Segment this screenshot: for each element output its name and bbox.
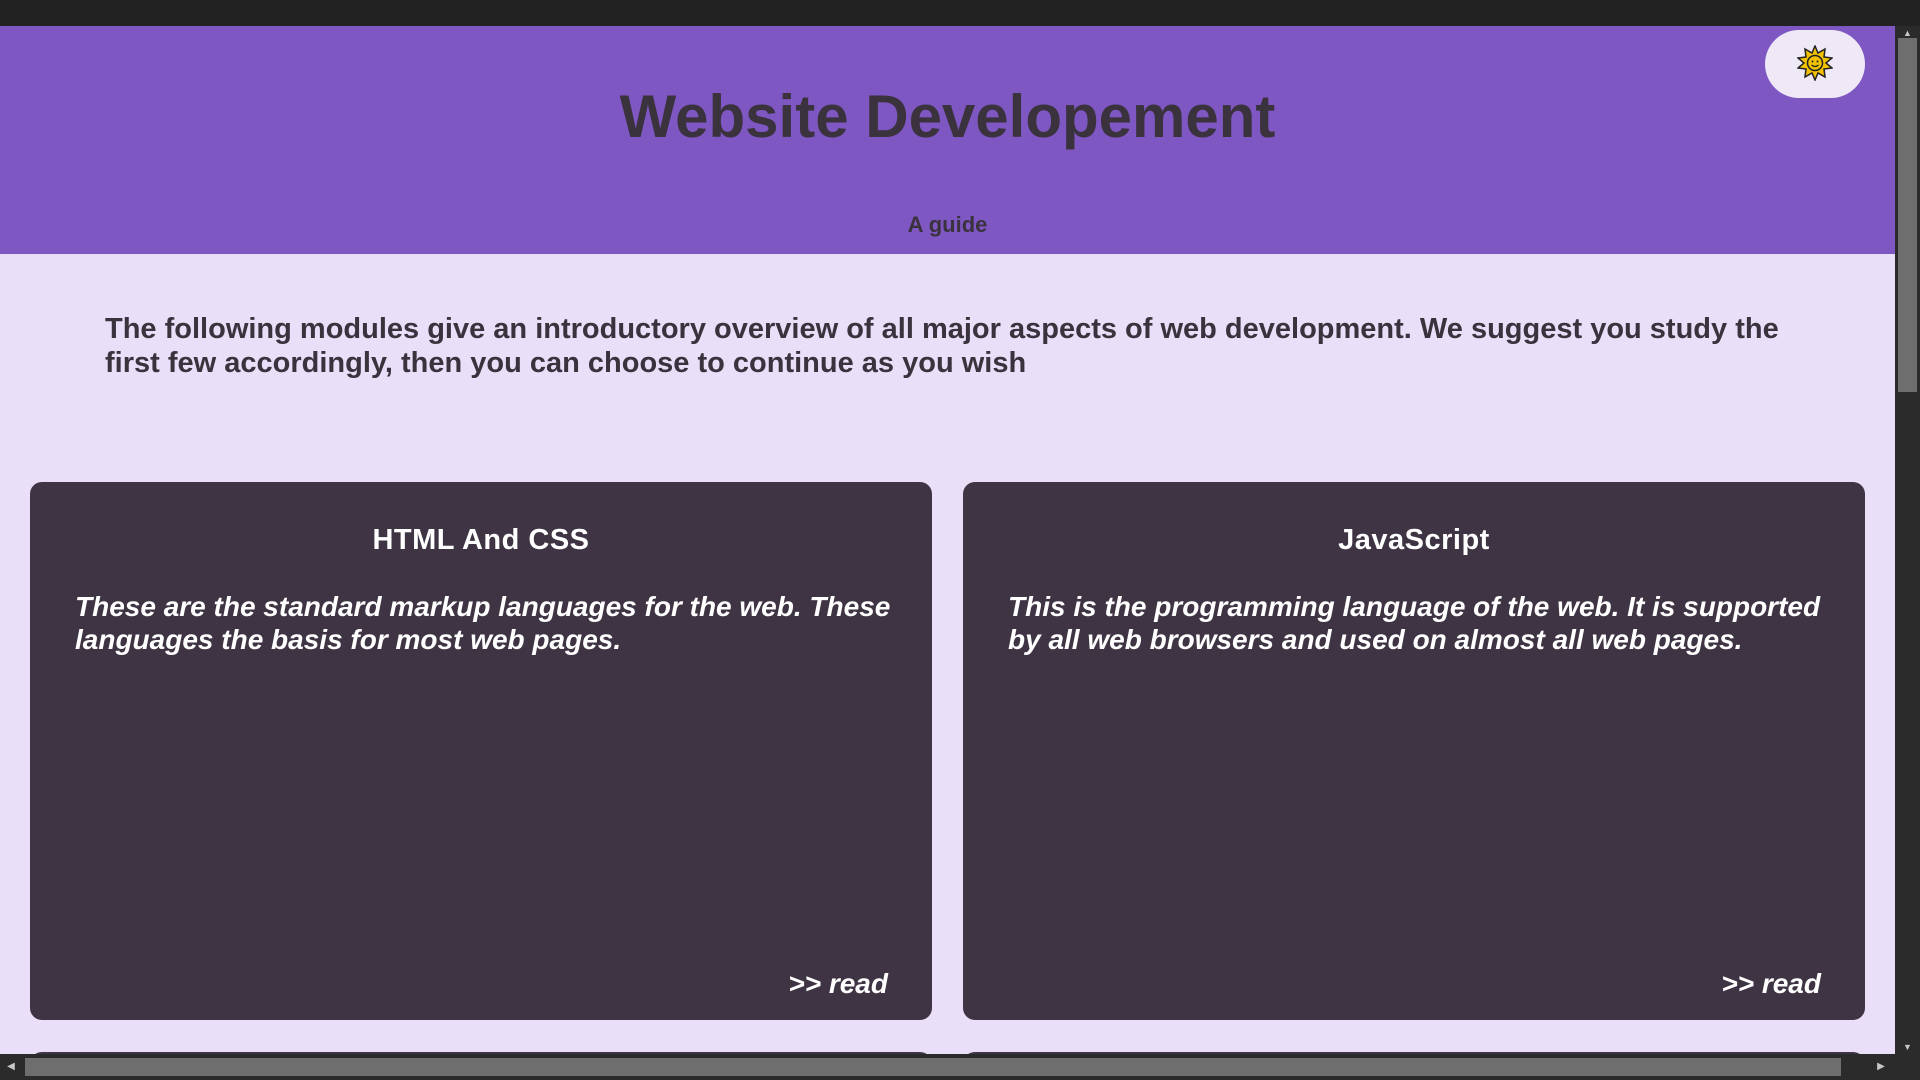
horizontal-scrollbar-thumb[interactable] <box>25 1058 1841 1076</box>
module-description: These are the standard markup languages … <box>75 591 891 655</box>
sun-icon <box>1796 43 1834 84</box>
read-link[interactable]: >> read <box>1721 968 1821 1000</box>
vertical-scrollbar-thumb[interactable] <box>1898 38 1917 392</box>
page-header: Website Developement A guide <box>0 26 1895 254</box>
scroll-right-arrow-icon[interactable]: ▶ <box>1870 1054 1892 1080</box>
page-viewport: Website Developement A guide The followi… <box>0 26 1895 1054</box>
page-title: Website Developement <box>619 83 1276 150</box>
page-subtitle: A guide <box>907 212 988 237</box>
read-link[interactable]: >> read <box>788 968 888 1000</box>
intro-text: The following modules give an introducto… <box>105 313 1779 379</box>
scroll-down-arrow-icon[interactable]: ▼ <box>1895 1040 1920 1054</box>
module-title: JavaScript <box>1338 524 1490 556</box>
module-card-javascript: JavaScript This is the programming langu… <box>963 482 1865 1020</box>
horizontal-scrollbar[interactable]: ◀ ▶ <box>0 1054 1920 1080</box>
module-title: HTML And CSS <box>372 524 590 556</box>
module-description: This is the programming language of the … <box>1008 591 1821 655</box>
theme-toggle-button[interactable] <box>1765 30 1865 98</box>
module-card-html-css: HTML And CSS These are the standard mark… <box>30 482 932 1020</box>
scroll-left-arrow-icon[interactable]: ◀ <box>0 1054 22 1080</box>
vertical-scrollbar[interactable]: ▲ ▼ <box>1895 26 1920 1054</box>
